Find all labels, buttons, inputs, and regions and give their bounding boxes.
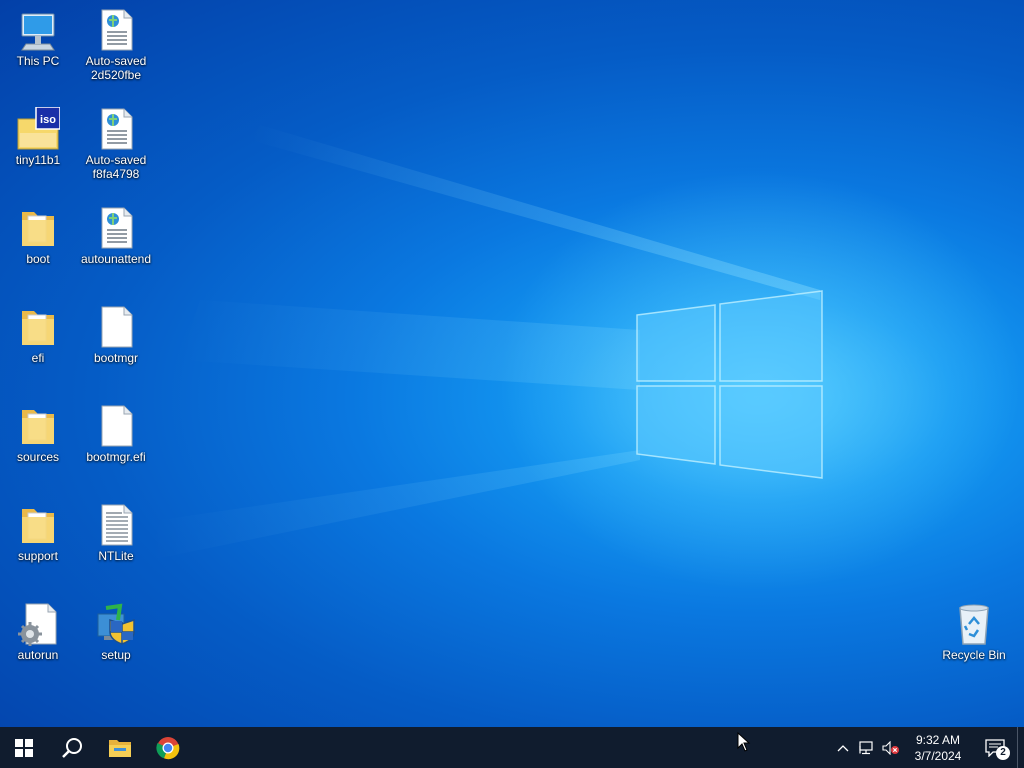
file-icon	[101, 306, 133, 348]
show-desktop-button[interactable]	[1017, 727, 1024, 768]
text-document-icon	[101, 504, 133, 546]
folder-icon	[22, 311, 54, 345]
html-document-icon	[101, 108, 133, 150]
desktop-icon-support[interactable]: support	[0, 499, 76, 591]
system-tray: 9:32 AM 3/7/2024 2	[831, 727, 1024, 768]
desktop-icon-bootmgr-efi[interactable]: bootmgr.efi	[78, 400, 154, 492]
search-button[interactable]	[48, 727, 96, 768]
chevron-up-icon	[837, 744, 849, 751]
taskbar: 9:32 AM 3/7/2024 2	[0, 727, 1024, 768]
desktop-icon-label: NTLite	[98, 549, 134, 563]
setup-shield-icon	[97, 603, 135, 645]
start-button[interactable]	[0, 727, 48, 768]
desktop-icon-efi[interactable]: efi	[0, 301, 76, 393]
network-icon	[859, 740, 873, 754]
desktop-icon-auto-saved-2d520fbe[interactable]: Auto-saved 2d520fbe	[78, 4, 154, 96]
file-icon	[101, 405, 133, 447]
desktop-icon-setup[interactable]: setup	[78, 598, 154, 690]
folder-icon	[22, 410, 54, 444]
file-explorer-button[interactable]	[96, 727, 144, 768]
desktop-icon-ntlite[interactable]: NTLite	[78, 499, 154, 591]
desktop-icon-this-pc[interactable]: This PC	[0, 4, 76, 96]
settings-file-icon	[18, 603, 57, 646]
desktop-icon-label: autounattend	[80, 252, 152, 266]
desktop-icon-autorun[interactable]: autorun	[0, 598, 76, 690]
desktop-icon-label: boot	[26, 252, 50, 266]
clock[interactable]: 9:32 AM 3/7/2024	[903, 732, 973, 764]
show-hidden-icons-button[interactable]	[831, 727, 855, 768]
folder-icon	[22, 509, 54, 543]
computer-icon	[21, 13, 55, 51]
desktop-icon-label: Auto-saved f8fa4798	[85, 153, 147, 181]
desktop-icon-label: Auto-saved 2d520fbe	[85, 54, 147, 82]
html-document-icon	[101, 9, 133, 51]
recycle-bin-icon	[959, 604, 989, 645]
action-center-button[interactable]: 2	[973, 727, 1017, 768]
clock-time: 9:32 AM	[915, 732, 961, 747]
volume-button[interactable]	[879, 727, 903, 768]
desktop-icon-label: setup	[101, 648, 131, 662]
clock-date: 3/7/2024	[914, 748, 962, 763]
desktop-icon-label: autorun	[17, 648, 59, 662]
search-icon	[62, 737, 82, 758]
chrome-button[interactable]	[144, 727, 192, 768]
iso-file-icon: iso	[17, 107, 60, 150]
start-icon	[15, 738, 33, 757]
notification-count-badge: 2	[996, 746, 1010, 760]
desktop-icon-label: Recycle Bin	[942, 648, 1006, 662]
html-document-icon	[101, 207, 133, 249]
desktop-icon-auto-saved-f8fa4798[interactable]: Auto-saved f8fa4798	[78, 103, 154, 195]
desktop-icon-bootmgr[interactable]: bootmgr	[78, 301, 154, 393]
desktop-icon-label: efi	[31, 351, 45, 365]
desktop-icon-label: sources	[16, 450, 60, 464]
desktop-icon-autounattend[interactable]: autounattend	[78, 202, 154, 294]
desktop-icon-label: bootmgr	[93, 351, 139, 365]
desktop-icon-sources[interactable]: sources	[0, 400, 76, 492]
desktop-icon-recycle-bin[interactable]: Recycle Bin	[936, 598, 1012, 690]
desktop-icon-label: bootmgr.efi	[86, 450, 146, 464]
network-button[interactable]	[855, 727, 879, 768]
folder-icon	[22, 212, 54, 246]
file-explorer-icon	[109, 739, 131, 757]
desktop-icon-boot[interactable]: boot	[0, 202, 76, 294]
volume-muted-icon	[882, 740, 899, 755]
mouse-cursor-icon	[737, 732, 751, 752]
svg-text:iso: iso	[40, 114, 56, 126]
desktop-icon-label: tiny11b1	[15, 153, 61, 167]
chrome-icon	[156, 736, 180, 759]
desktop-icon-label: support	[17, 549, 59, 563]
desktop-icon-tiny11b1[interactable]: iso tiny11b1	[0, 103, 76, 195]
desktop-icon-label: This PC	[16, 54, 60, 68]
